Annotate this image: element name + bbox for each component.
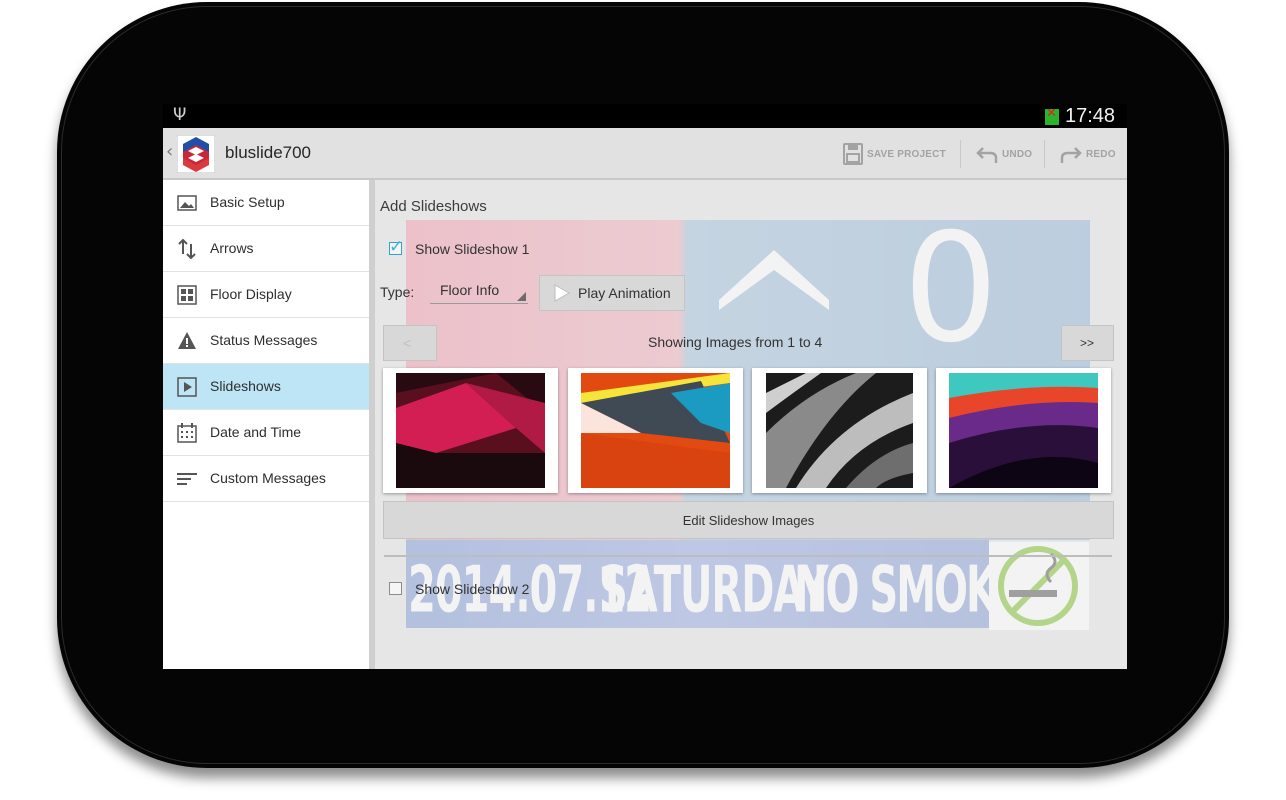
section-title: Add Slideshows [380,198,487,215]
sidebar-item-label: Custom Messages [210,470,326,486]
thumbnail-image [396,373,545,488]
slideshow-thumbnail-2[interactable] [568,368,743,493]
spinner-underline [430,303,528,304]
arrows-updown-icon [178,239,196,259]
show-slideshow-1-checkbox[interactable] [389,237,403,257]
sidebar-item-arrows[interactable]: Arrows [163,226,369,272]
image-icon [177,195,197,211]
spinner-triangle-icon [517,292,526,301]
redo-icon [1060,147,1082,163]
pager-status-text: Showing Images from 1 to 4 [648,334,823,350]
show-slideshow-2-checkbox[interactable] [389,582,402,595]
type-spinner-value: Floor Info [440,282,500,298]
sidebar-item-label: Arrows [210,240,254,256]
sidebar: Basic Setup Arrows Floor Display Status … [163,180,369,669]
slideshow-thumbnail-4[interactable] [936,368,1111,493]
status-bar: Ψ 17:48 [163,104,1127,128]
action-divider [1044,140,1045,168]
sidebar-item-status-messages[interactable]: Status Messages [163,318,369,364]
app-title: bluslide700 [225,143,312,162]
calendar-icon [177,423,197,443]
slideshow-thumbnail-1[interactable] [383,368,558,493]
undo-label: UNDO [1002,148,1033,160]
battery-alert-icon [1045,106,1059,125]
app-logo-icon[interactable] [177,135,215,173]
preview-floor-digit: 0 [903,202,999,376]
usb-icon: Ψ [173,105,187,125]
sidebar-item-floor-display[interactable]: Floor Display [163,272,369,318]
sidebar-item-basic-setup[interactable]: Basic Setup [163,180,369,226]
previous-page-label: < [403,335,412,351]
lines-icon [177,473,197,485]
thumbnail-image [581,373,730,488]
save-project-button[interactable]: SAVE PROJECT [843,140,946,168]
sidebar-item-slideshows[interactable]: Slideshows [163,364,369,410]
next-page-button[interactable]: >> [1061,325,1114,361]
action-divider [960,140,961,168]
show-slideshow-2-label: Show Slideshow 2 [415,581,530,597]
play-icon [554,284,570,302]
next-page-label: >> [1080,336,1095,350]
sidebar-item-label: Basic Setup [210,194,285,210]
thumbnail-image [949,373,1098,488]
undo-icon [976,147,998,163]
play-icon [177,377,197,397]
redo-button[interactable]: REDO [1060,140,1116,168]
edit-slideshow-images-button[interactable]: Edit Slideshow Images [383,501,1114,539]
sidebar-item-label: Slideshows [210,378,281,394]
save-project-label: SAVE PROJECT [867,148,946,160]
redo-label: REDO [1086,148,1116,160]
section-divider [384,555,1112,557]
action-bar: ‹ bluslide700 SAVE PROJECT UNDO REDO [163,128,1127,180]
sidebar-item-date-and-time[interactable]: Date and Time [163,410,369,456]
edit-slideshow-images-label: Edit Slideshow Images [682,513,815,528]
sidebar-item-label: Status Messages [210,332,318,348]
sidebar-item-custom-messages[interactable]: Custom Messages [163,456,369,502]
thumbnail-image [766,373,913,488]
undo-button[interactable]: UNDO [976,140,1032,168]
grid-icon [177,285,197,305]
preview-weekday: SATURDAY [599,554,829,628]
play-animation-label: Play Animation [578,285,671,301]
up-arrow-icon [719,250,829,310]
main-content: 0 2014.07.12 SATURDAY NO SMOKING Add Sli… [375,180,1127,669]
slideshow-thumbnail-3[interactable] [752,368,927,493]
sidebar-item-label: Date and Time [210,424,302,440]
status-time: 17:48 [1065,105,1116,127]
play-animation-button[interactable]: Play Animation [539,275,685,311]
type-label: Type: [380,284,415,300]
warning-icon [178,332,196,349]
screen: Ψ 17:48 ‹ bluslide700 SAVE PROJECT [163,104,1127,669]
preview-message: NO SMOKING [794,554,1072,628]
sidebar-item-label: Floor Display [210,286,292,302]
previous-page-button[interactable]: < [383,325,437,361]
type-spinner[interactable]: Floor Info [430,278,528,306]
back-caret-icon[interactable]: ‹ [166,141,173,162]
show-slideshow-1-label: Show Slideshow 1 [415,241,530,257]
save-icon [843,143,863,165]
